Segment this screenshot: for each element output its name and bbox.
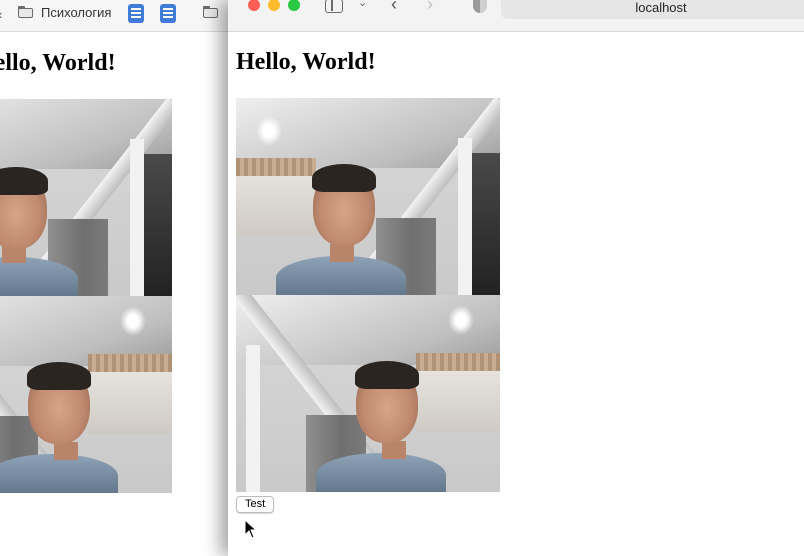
forward-chevron-icon[interactable]: › [427,0,433,13]
foreground-browser-window: ⌄ ‹ › localhost Hello, World! Test [228,0,804,556]
background-browser-window: ‹ Психология Hello, World! [0,0,228,556]
camera-frame-image [236,295,500,492]
chevron-down-icon[interactable]: ⌄ [358,0,367,9]
document-icon[interactable] [160,4,176,23]
sidebar-toggle-icon[interactable] [325,0,343,13]
minimize-window-button[interactable] [268,0,280,11]
chevron-left-icon[interactable]: ‹ [0,7,2,22]
close-window-button[interactable] [248,0,260,11]
camera-frame-image [0,99,172,296]
bookmark-psychology[interactable]: Психология [41,5,111,20]
page-heading: Hello, World! [0,50,116,76]
test-button[interactable]: Test [236,496,275,513]
shield-icon[interactable] [473,0,487,13]
back-chevron-icon[interactable]: ‹ [391,0,397,13]
folder-icon [18,6,34,18]
bookmarks-bar: ‹ Психология [0,0,228,32]
zoom-window-button[interactable] [288,0,300,11]
browser-toolbar: ⌄ ‹ › localhost [228,0,804,32]
address-bar[interactable]: localhost [501,0,804,19]
camera-frame-image [236,98,500,295]
address-text: localhost [635,0,687,15]
folder-icon[interactable] [203,6,219,18]
page-heading: Hello, World! [236,49,376,75]
camera-frame-image [0,296,172,493]
mouse-pointer-icon [244,519,258,539]
document-icon[interactable] [128,4,144,23]
